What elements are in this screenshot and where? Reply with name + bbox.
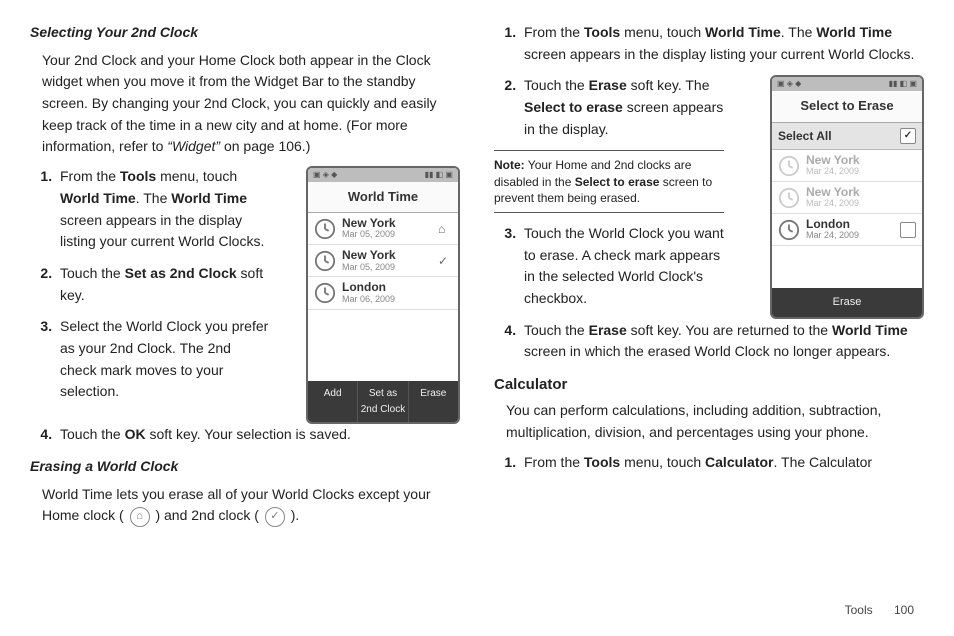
footer-page: 100 bbox=[894, 603, 914, 617]
left-step-3: Select the World Clock you prefer as you… bbox=[56, 316, 270, 403]
right-column: From the Tools menu, touch World Time. T… bbox=[494, 22, 924, 535]
left-step-1: From the Tools menu, touch World Time. T… bbox=[56, 166, 270, 253]
date-label: Mar 06, 2009 bbox=[342, 295, 432, 305]
intro-selecting: Your 2nd Clock and your Home Clock both … bbox=[42, 50, 460, 158]
right-step-2: Touch the Erase soft key. The Select to … bbox=[520, 75, 724, 140]
clock-mark-icon: ✓ bbox=[438, 252, 452, 271]
intro-text-b: on page 106.) bbox=[220, 138, 310, 154]
phone-body: New YorkMar 24, 2009New YorkMar 24, 2009… bbox=[772, 150, 922, 288]
world-clock-row: New YorkMar 24, 2009 bbox=[772, 182, 922, 214]
clock-icon bbox=[314, 282, 336, 304]
world-clock-row: New YorkMar 05, 2009 ✓ bbox=[308, 245, 458, 277]
left-step-4: Touch the OK soft key. Your selection is… bbox=[56, 424, 460, 446]
world-clock-row: New YorkMar 24, 2009 bbox=[772, 150, 922, 182]
phone-title: World Time bbox=[308, 182, 458, 213]
left-column: Selecting Your 2nd Clock Your 2nd Clock … bbox=[30, 22, 460, 535]
world-clock-row: LondonMar 24, 2009 bbox=[772, 214, 922, 246]
phone-body: New YorkMar 05, 2009⌂New YorkMar 05, 200… bbox=[308, 213, 458, 381]
right-step-4: Touch the Erase soft key. You are return… bbox=[520, 320, 924, 363]
softkey: Set as 2nd Clock bbox=[357, 381, 407, 422]
phone-world-time: ▣ ◈ ◆▮▮ ◧ ▣ World Time New YorkMar 05, 2… bbox=[306, 166, 460, 424]
softkey: Add bbox=[308, 381, 357, 422]
date-label: Mar 24, 2009 bbox=[806, 199, 916, 209]
phone-status-bar: ▣ ◈ ◆▮▮ ◧ ▣ bbox=[308, 168, 458, 182]
clock-icon bbox=[778, 155, 800, 177]
left-step-2: Touch the Set as 2nd Clock soft key. bbox=[56, 263, 270, 306]
heading-erasing: Erasing a World Clock bbox=[30, 456, 460, 478]
date-label: Mar 24, 2009 bbox=[806, 167, 916, 177]
select-all-row: Select All ✓ bbox=[772, 123, 922, 151]
date-label: Mar 05, 2009 bbox=[342, 263, 432, 273]
calc-step-1: From the Tools menu, touch Calculator. T… bbox=[520, 452, 924, 474]
heading-selecting-2nd-clock: Selecting Your 2nd Clock bbox=[30, 22, 460, 44]
world-clock-row: LondonMar 06, 2009 bbox=[308, 277, 458, 309]
page-footer: Tools 100 bbox=[845, 601, 914, 620]
right-step-3: Touch the World Clock you want to erase.… bbox=[520, 223, 724, 310]
softkey: Erase bbox=[408, 381, 458, 422]
city-label: New York bbox=[342, 249, 432, 262]
clock-icon bbox=[314, 218, 336, 240]
home-icon: ⌂ bbox=[130, 507, 150, 527]
clock-icon bbox=[778, 187, 800, 209]
phone-softkey-erase: Erase bbox=[772, 288, 922, 317]
phone-status-bar: ▣ ◈ ◆▮▮ ◧ ▣ bbox=[772, 77, 922, 91]
phone-title: Select to Erase bbox=[772, 91, 922, 122]
erasing-intro: World Time lets you erase all of your Wo… bbox=[42, 484, 460, 527]
phone-softbar: AddSet as 2nd ClockErase bbox=[308, 381, 458, 422]
calculator-intro: You can perform calculations, including … bbox=[506, 400, 924, 443]
clock-icon bbox=[778, 219, 800, 241]
checkbox-icon: ✓ bbox=[900, 128, 916, 144]
heading-calculator: Calculator bbox=[494, 373, 924, 396]
world-clock-row: New YorkMar 05, 2009⌂ bbox=[308, 213, 458, 245]
intro-ref: “Widget” bbox=[167, 138, 220, 154]
city-label: London bbox=[342, 281, 432, 294]
note-block: Note: Your Home and 2nd clocks are disab… bbox=[494, 150, 724, 213]
clock-mark-icon: ⌂ bbox=[438, 220, 452, 239]
date-label: Mar 05, 2009 bbox=[342, 230, 432, 240]
footer-section: Tools bbox=[845, 603, 873, 617]
date-label: Mar 24, 2009 bbox=[806, 231, 894, 241]
clock-icon bbox=[314, 250, 336, 272]
phone-select-to-erase: ▣ ◈ ◆▮▮ ◧ ▣ Select to Erase Select All ✓… bbox=[770, 75, 924, 319]
checkbox-icon bbox=[900, 222, 916, 238]
check-icon: ✓ bbox=[265, 507, 285, 527]
right-step-1: From the Tools menu, touch World Time. T… bbox=[520, 22, 924, 65]
